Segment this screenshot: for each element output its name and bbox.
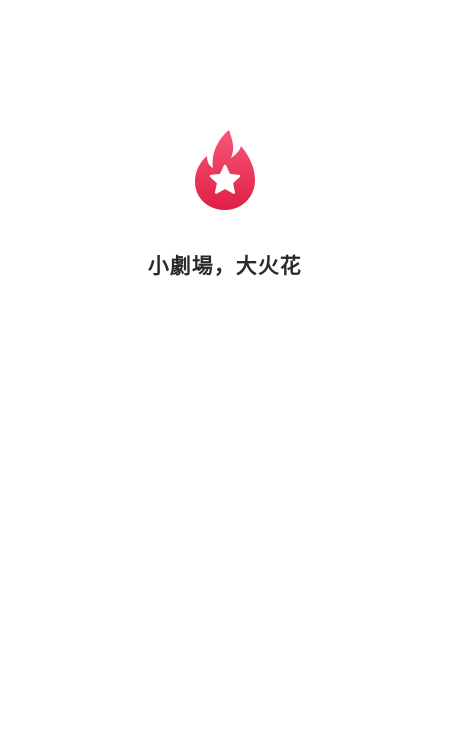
flame-star-icon bbox=[193, 128, 257, 212]
splash-screen: 小劇場，大火花 bbox=[0, 0, 450, 750]
tagline: 小劇場，大火花 bbox=[148, 254, 302, 278]
